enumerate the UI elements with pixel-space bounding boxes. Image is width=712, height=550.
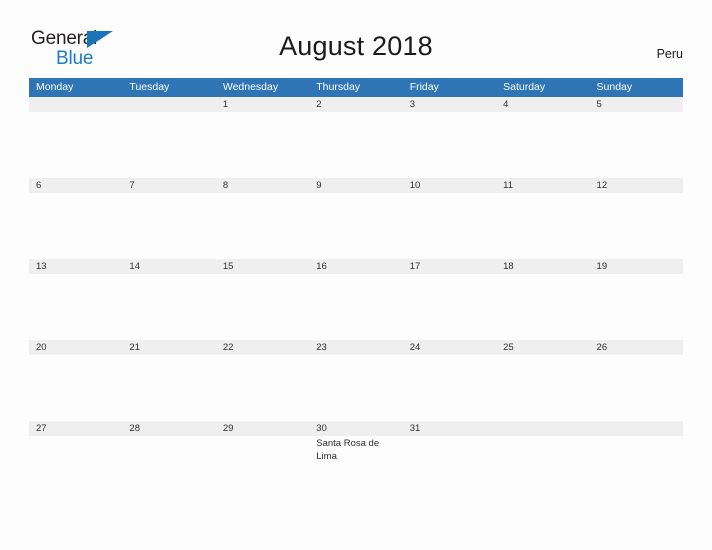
weekday-header-thursday: Thursday [316,81,361,93]
calendar-day-cell[interactable]: 27 [29,421,122,502]
calendar-day-cell-empty [122,97,215,178]
calendar-day-cell[interactable]: 22 [216,340,309,421]
weekday-header-friday: Friday [409,81,439,93]
day-number [129,97,209,112]
day-number: 7 [129,180,135,191]
weekday-header-wednesday: Wednesday [222,81,279,93]
calendar-grid: Monday Tuesday Wednesday Thursday Friday Satu… [29,78,683,502]
day-number: 23 [316,342,327,353]
weekday-header-sunday: Sunday [596,81,633,93]
week-day-cells: 27 28 29 30 Santa Rosa de Lima 31 [29,421,683,502]
calendar-day-cell[interactable]: 26 [590,340,683,421]
calendar-day-cell-empty [496,421,589,502]
week-day-cells: 6 7 8 9 10 11 12 [29,178,683,259]
day-number: 1 [222,99,229,110]
day-number: 13 [36,261,47,272]
day-number: 14 [129,261,140,272]
calendar-day-cell[interactable]: 14 [122,259,215,340]
day-number: 9 [316,180,322,191]
day-number: 3 [409,99,415,110]
calendar-day-cell[interactable]: 13 [29,259,122,340]
day-number: 11 [503,180,513,191]
day-number: 6 [36,180,42,191]
calendar-week-row: 27 28 29 30 Santa Rosa de Lima 31 [29,421,683,502]
calendar-day-cell[interactable]: 16 [309,259,402,340]
week-day-cells: 20 21 22 23 24 25 26 [29,340,683,421]
calendar-day-cell[interactable]: 6 [29,178,122,259]
day-number: 27 [36,423,47,434]
calendar-day-cell-empty [590,421,683,502]
calendar-day-cell[interactable]: 17 [403,259,496,340]
calendar-day-cell[interactable]: 21 [122,340,215,421]
calendar-day-cell[interactable]: 7 [122,178,215,259]
day-number: 15 [222,261,234,272]
calendar-day-cell[interactable]: 11 [496,178,589,259]
day-number: 25 [503,342,514,353]
calendar-day-cell[interactable]: 28 [122,421,215,502]
calendar-day-cell[interactable]: 9 [309,178,402,259]
week-day-cells: 1 2 3 4 5 [29,97,683,178]
day-number: 31 [409,423,421,434]
day-number: 4 [503,99,509,110]
page-title: August 2018 [279,31,433,61]
calendar-day-cell[interactable]: 19 [590,259,683,340]
calendar-day-cell[interactable]: 8 [216,178,309,259]
day-number: 22 [222,342,234,353]
calendar-day-cell[interactable]: 20 [29,340,122,421]
day-number: 29 [222,423,234,434]
calendar-day-cell-empty [29,97,122,178]
day-number: 17 [409,261,421,272]
calendar-day-cell[interactable]: 24 [403,340,496,421]
calendar-day-cell[interactable]: 1 [216,97,309,178]
weekday-header-tuesday: Tuesday [129,81,170,93]
day-number: 12 [596,180,608,191]
calendar-weeks: 1 2 3 4 5 6 7 8 9 10 11 12 13 14 15 16 17 18 19 20 21 22 23 24 2… [29,97,683,502]
day-number: 16 [316,261,327,272]
calendar-week-row: 13 14 15 16 17 18 19 [29,259,683,340]
day-number: 5 [596,99,602,110]
calendar-day-cell[interactable]: 29 [216,421,309,502]
day-number: 26 [596,342,608,353]
day-number [36,97,116,112]
day-number [503,421,583,436]
calendar-week-row: 20 21 22 23 24 25 26 [29,340,683,421]
day-number: 30 [316,423,327,434]
calendar-day-cell[interactable]: 23 [309,340,402,421]
calendar-day-cell[interactable]: 5 [590,97,683,178]
calendar-day-cell[interactable]: 30 Santa Rosa de Lima [309,421,402,502]
calendar-day-cell[interactable]: 3 [403,97,496,178]
day-number: 28 [129,423,140,434]
calendar-day-cell[interactable]: 2 [309,97,402,178]
calendar-day-cell[interactable]: 12 [590,178,683,259]
day-number: 24 [409,342,421,353]
weekday-header-monday: Monday [36,81,74,93]
calendar-week-row: 6 7 8 9 10 11 12 [29,178,683,259]
calendar-day-cell[interactable]: 18 [496,259,589,340]
day-number [597,421,677,436]
weekday-header-row: Monday Tuesday Wednesday Thursday Friday Satu… [29,78,683,97]
page-header: General Blue August 2018 Peru [0,0,712,76]
day-number: 2 [316,99,322,110]
calendar-week-row: 1 2 3 4 5 [29,97,683,178]
calendar-day-cell[interactable]: 31 [403,421,496,502]
weekday-header-saturday: Saturday [503,81,546,93]
day-number: 21 [129,342,140,353]
calendar-day-cell[interactable]: 10 [403,178,496,259]
day-number: 20 [36,342,47,353]
calendar-day-cell[interactable]: 4 [496,97,589,178]
calendar-day-cell[interactable]: 25 [496,340,589,421]
country-label: Peru [656,47,683,61]
calendar-day-cell[interactable]: 15 [216,259,309,340]
week-day-cells: 13 14 15 16 17 18 19 [29,259,683,340]
day-number: 10 [409,180,421,191]
holiday-label: Santa Rosa de Lima [316,438,380,462]
day-number: 8 [222,180,229,191]
day-number: 18 [503,261,514,272]
day-number: 19 [596,261,608,272]
